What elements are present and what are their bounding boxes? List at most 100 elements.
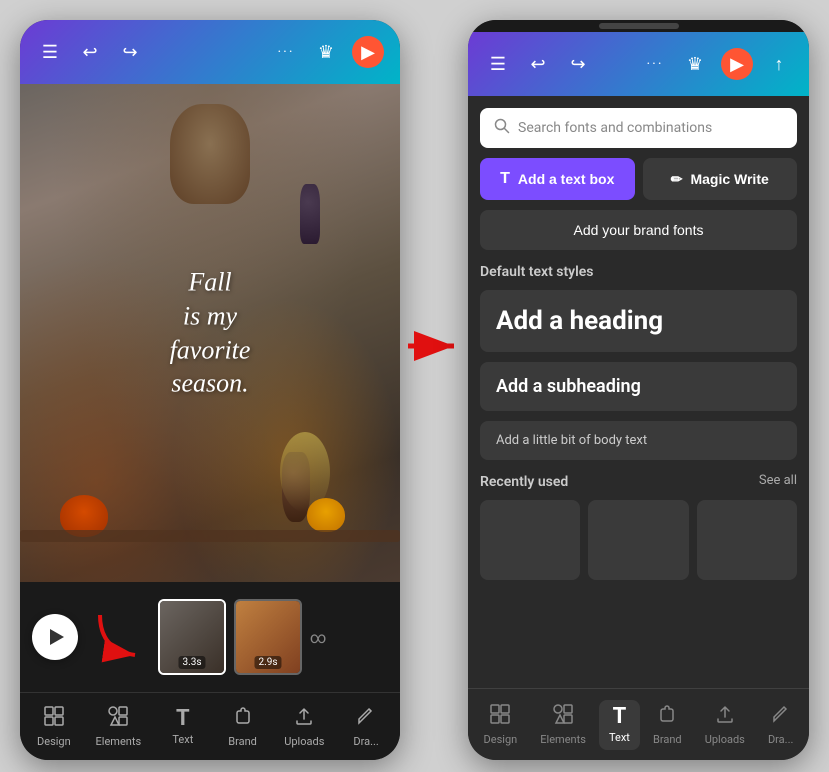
magic-write-button[interactable]: ✏ Magic Write bbox=[643, 158, 798, 200]
timeline-row: 3.3s 2.9s ∞ bbox=[20, 590, 400, 684]
elements-icon-right bbox=[552, 703, 574, 730]
nav-right-design[interactable]: Design bbox=[474, 697, 528, 752]
play-icon[interactable]: ▶ bbox=[352, 36, 384, 68]
nav-item-uploads[interactable]: Uploads bbox=[276, 701, 332, 752]
nav-item-elements[interactable]: Elements bbox=[88, 701, 150, 752]
play-icon-right[interactable]: ▶ bbox=[721, 48, 753, 80]
right-header: ☰ ↩ ↪ ··· ♛ ▶ ↑ bbox=[468, 32, 809, 96]
nav-right-uploads-label: Uploads bbox=[705, 733, 745, 746]
left-header: ☰ ↩ ↪ ··· ♛ ▶ bbox=[20, 20, 400, 84]
status-bar bbox=[468, 20, 809, 32]
bottom-nav-right: Design Elements T Text Brand bbox=[468, 688, 809, 760]
text-t-icon: T bbox=[500, 170, 510, 188]
nav-right-text-label: Text bbox=[609, 731, 630, 744]
play-button[interactable] bbox=[32, 614, 78, 660]
panel-content: Search fonts and combinations T Add a te… bbox=[468, 96, 809, 688]
design-icon-right bbox=[489, 703, 511, 730]
draw-icon-right bbox=[770, 703, 792, 730]
default-styles-section: Default text styles bbox=[480, 260, 797, 280]
recently-used-label: Recently used bbox=[480, 474, 568, 490]
nav-right-draw[interactable]: Dra... bbox=[758, 697, 803, 752]
subheading-style[interactable]: Add a subheading bbox=[480, 362, 797, 411]
uploads-icon bbox=[293, 705, 315, 732]
share-icon-right[interactable]: ↑ bbox=[765, 50, 793, 78]
undo-icon-right[interactable]: ↩ bbox=[524, 50, 552, 78]
shelf bbox=[20, 530, 400, 542]
recently-used-grid bbox=[480, 500, 797, 580]
timeline-thumb-1[interactable]: 3.3s bbox=[158, 599, 226, 675]
search-placeholder: Search fonts and combinations bbox=[518, 120, 783, 136]
right-panel: ☰ ↩ ↪ ··· ♛ ▶ ↑ Search fonts and combina… bbox=[468, 20, 809, 760]
see-all-button[interactable]: See all bbox=[759, 473, 797, 488]
more-icon[interactable]: ··· bbox=[272, 38, 300, 66]
nav-right-brand[interactable]: Brand bbox=[643, 697, 692, 752]
nav-right-text[interactable]: T Text bbox=[599, 700, 640, 750]
redo-icon-right[interactable]: ↪ bbox=[564, 50, 592, 78]
undo-icon[interactable]: ↩ bbox=[76, 38, 104, 66]
wand-icon: ✏ bbox=[671, 171, 683, 188]
timeline-thumb-2[interactable]: 2.9s bbox=[234, 599, 302, 675]
nav-uploads-label: Uploads bbox=[284, 735, 324, 748]
timeline-area: 3.3s 2.9s ∞ bbox=[20, 582, 400, 692]
recent-item-1[interactable] bbox=[480, 500, 580, 580]
nav-item-text[interactable]: T Text bbox=[157, 704, 209, 750]
design-icon bbox=[43, 705, 65, 732]
nav-text-label: Text bbox=[172, 733, 193, 746]
default-styles-label: Default text styles bbox=[480, 264, 797, 280]
canvas-text: Fall is my favorite season. bbox=[170, 265, 251, 400]
left-phone: ☰ ↩ ↪ ··· ♛ ▶ bbox=[20, 20, 400, 760]
search-bar[interactable]: Search fonts and combinations bbox=[480, 108, 797, 148]
link-icon: ∞ bbox=[310, 628, 326, 647]
nav-item-design[interactable]: Design bbox=[28, 701, 80, 752]
brand-icon-right bbox=[656, 703, 678, 730]
menu-icon-right[interactable]: ☰ bbox=[484, 50, 512, 78]
nav-draw-label: Dra... bbox=[353, 735, 378, 748]
more-icon-right[interactable]: ··· bbox=[641, 50, 669, 78]
pumpkin-right bbox=[307, 498, 345, 532]
draw-icon bbox=[355, 705, 377, 732]
redo-icon[interactable]: ↪ bbox=[116, 38, 144, 66]
recent-item-2[interactable] bbox=[588, 500, 688, 580]
subheading-text: Add a subheading bbox=[496, 376, 641, 397]
brand-icon bbox=[232, 705, 254, 732]
crown-icon[interactable]: ♛ bbox=[312, 38, 340, 66]
thumb-1-label: 3.3s bbox=[178, 656, 205, 669]
elements-icon bbox=[107, 705, 129, 732]
bottle-decoration bbox=[300, 184, 320, 244]
nav-item-draw[interactable]: Dra... bbox=[340, 701, 392, 752]
brand-fonts-label: Add your brand fonts bbox=[574, 222, 704, 238]
canvas-area: Fall is my favorite season. bbox=[20, 84, 400, 582]
down-arrow-icon bbox=[90, 605, 150, 665]
nav-right-elements[interactable]: Elements bbox=[530, 697, 596, 752]
nav-elements-label: Elements bbox=[96, 735, 142, 748]
arrow-between bbox=[400, 326, 468, 366]
status-pill bbox=[599, 23, 679, 29]
recent-item-3[interactable] bbox=[697, 500, 797, 580]
menu-icon[interactable]: ☰ bbox=[36, 38, 64, 66]
basket-decoration bbox=[170, 104, 250, 204]
brand-fonts-button[interactable]: Add your brand fonts bbox=[480, 210, 797, 250]
text-icon-right: T bbox=[613, 706, 627, 728]
uploads-icon-right bbox=[714, 703, 736, 730]
nav-right-uploads[interactable]: Uploads bbox=[695, 697, 755, 752]
timeline-arrow-container bbox=[90, 605, 150, 669]
magic-write-label: Magic Write bbox=[690, 171, 768, 187]
recently-used-header: Recently used See all bbox=[480, 470, 797, 490]
nav-brand-label: Brand bbox=[228, 735, 257, 748]
nav-design-label: Design bbox=[37, 735, 71, 748]
heading-text: Add a heading bbox=[496, 306, 663, 336]
add-text-box-button[interactable]: T Add a text box bbox=[480, 158, 635, 200]
heading-style[interactable]: Add a heading bbox=[480, 290, 797, 352]
nav-item-brand[interactable]: Brand bbox=[217, 701, 269, 752]
search-icon bbox=[494, 118, 510, 138]
nav-right-brand-label: Brand bbox=[653, 733, 682, 746]
nav-right-draw-label: Dra... bbox=[768, 733, 793, 746]
crown-icon-right[interactable]: ♛ bbox=[681, 50, 709, 78]
thumb-2-label: 2.9s bbox=[254, 656, 281, 669]
canvas-image: Fall is my favorite season. bbox=[20, 84, 400, 582]
body-text: Add a little bit of body text bbox=[496, 433, 647, 448]
bottom-nav-left: Design Elements T Text Brand bbox=[20, 692, 400, 760]
body-style[interactable]: Add a little bit of body text bbox=[480, 421, 797, 460]
add-text-box-label: Add a text box bbox=[518, 171, 614, 187]
button-row: T Add a text box ✏ Magic Write bbox=[480, 158, 797, 200]
